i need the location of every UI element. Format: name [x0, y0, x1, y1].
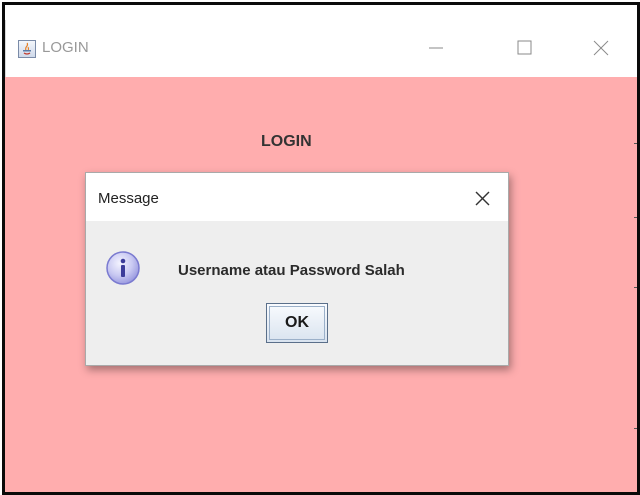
- screenshot-frame: LOGIN LOGIN Message Username atau Passwo…: [2, 2, 640, 495]
- info-icon: [105, 250, 141, 286]
- edge-divider: [634, 287, 637, 288]
- window-titlebar[interactable]: LOGIN: [5, 20, 637, 77]
- close-icon: [475, 191, 490, 206]
- minimize-button[interactable]: [416, 30, 456, 66]
- dialog-title: Message: [98, 190, 159, 207]
- window-title: LOGIN: [42, 39, 89, 56]
- message-dialog: Message Username atau Password Salah OK: [85, 172, 509, 366]
- edge-divider: [634, 217, 637, 218]
- java-app-icon: [18, 40, 36, 58]
- dialog-titlebar[interactable]: Message: [86, 173, 508, 221]
- form-title: LOGIN: [261, 133, 312, 150]
- close-icon: [593, 40, 609, 56]
- close-window-button[interactable]: [581, 30, 621, 66]
- edge-divider: [634, 428, 637, 429]
- ok-button[interactable]: OK: [266, 303, 328, 343]
- minimize-icon: [429, 47, 443, 49]
- maximize-icon: [517, 40, 532, 55]
- dialog-close-button[interactable]: [468, 185, 496, 213]
- maximize-button[interactable]: [504, 30, 544, 66]
- dialog-message: Username atau Password Salah: [178, 262, 405, 279]
- edge-divider: [634, 143, 637, 144]
- ok-button-label: OK: [269, 306, 325, 340]
